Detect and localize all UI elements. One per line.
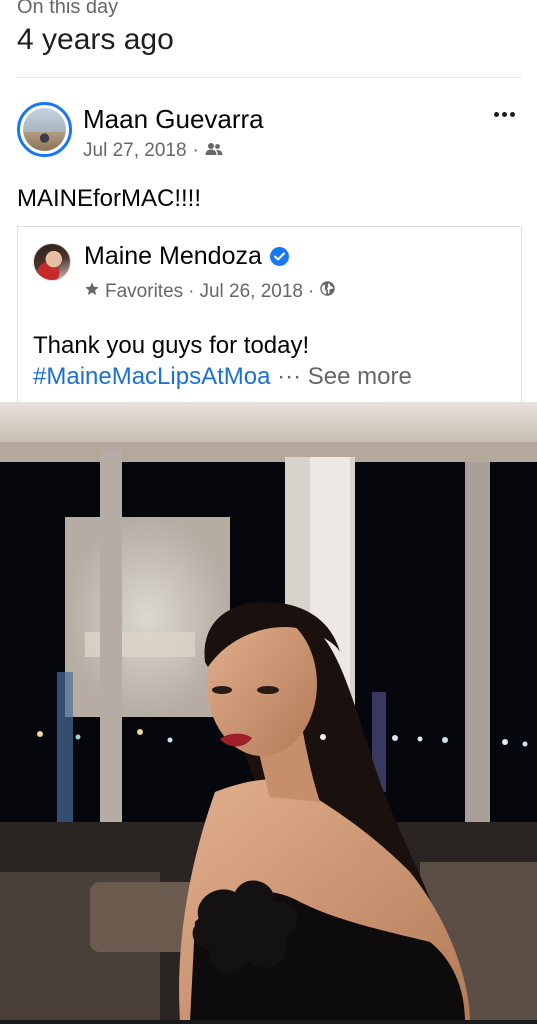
shared-author-avatar[interactable] [33,243,71,281]
shared-author-name[interactable]: Maine Mendoza [84,241,262,271]
shared-meta: Favorites · Jul 26, 2018 · [84,280,336,303]
dot [509,111,515,117]
dot [493,111,499,117]
memory-label: On this day [17,0,119,18]
divider [17,77,522,78]
post-date[interactable]: Jul 27, 2018 [83,140,187,162]
more-options-button[interactable] [486,102,522,126]
hashtag-link[interactable]: #MaineMacLipsAtMoa [33,363,270,390]
post-text: MAINEforMAC!!!! [17,185,202,212]
star-icon [84,281,100,303]
see-more-link[interactable]: See more [308,363,412,390]
favorites-label[interactable]: Favorites [105,281,183,303]
dot [501,111,507,117]
photo-illustration [0,402,537,1022]
memory-page: On this day 4 years ago Maan Guevarra Ju… [0,0,537,1024]
avatar-photo [23,108,66,151]
meta-separator: · [188,280,195,302]
author-avatar[interactable] [17,102,72,157]
shared-text: Thank you guys for today! #MaineMacLipsA… [33,330,513,392]
shared-author-row: Maine Mendoza [84,241,289,271]
memory-title: 4 years ago [17,23,174,56]
meta-separator: · [192,140,199,161]
post-meta: Jul 27, 2018 · [83,140,223,162]
author-name[interactable]: Maan Guevarra [83,104,264,134]
post-photo[interactable] [0,402,537,1022]
friends-icon [205,140,223,162]
shared-date[interactable]: Jul 26, 2018 [199,281,303,303]
verified-badge-icon [269,246,289,266]
post-header: Maan Guevarra Jul 27, 2018 · [17,102,522,162]
memory-header: On this day 4 years ago [17,0,522,58]
meta-separator: · [308,280,315,302]
shared-post-card[interactable]: Maine Mendoza Favorites · Jul 26, 2018 · [17,226,522,410]
ellipsis: ··· [277,363,302,390]
globe-icon [319,280,336,303]
shared-text-line: Thank you guys for today! [33,332,310,359]
shared-text-line-2: #MaineMacLipsAtMoa ··· See more [33,361,513,392]
photo-bottom-edge [0,1020,537,1024]
